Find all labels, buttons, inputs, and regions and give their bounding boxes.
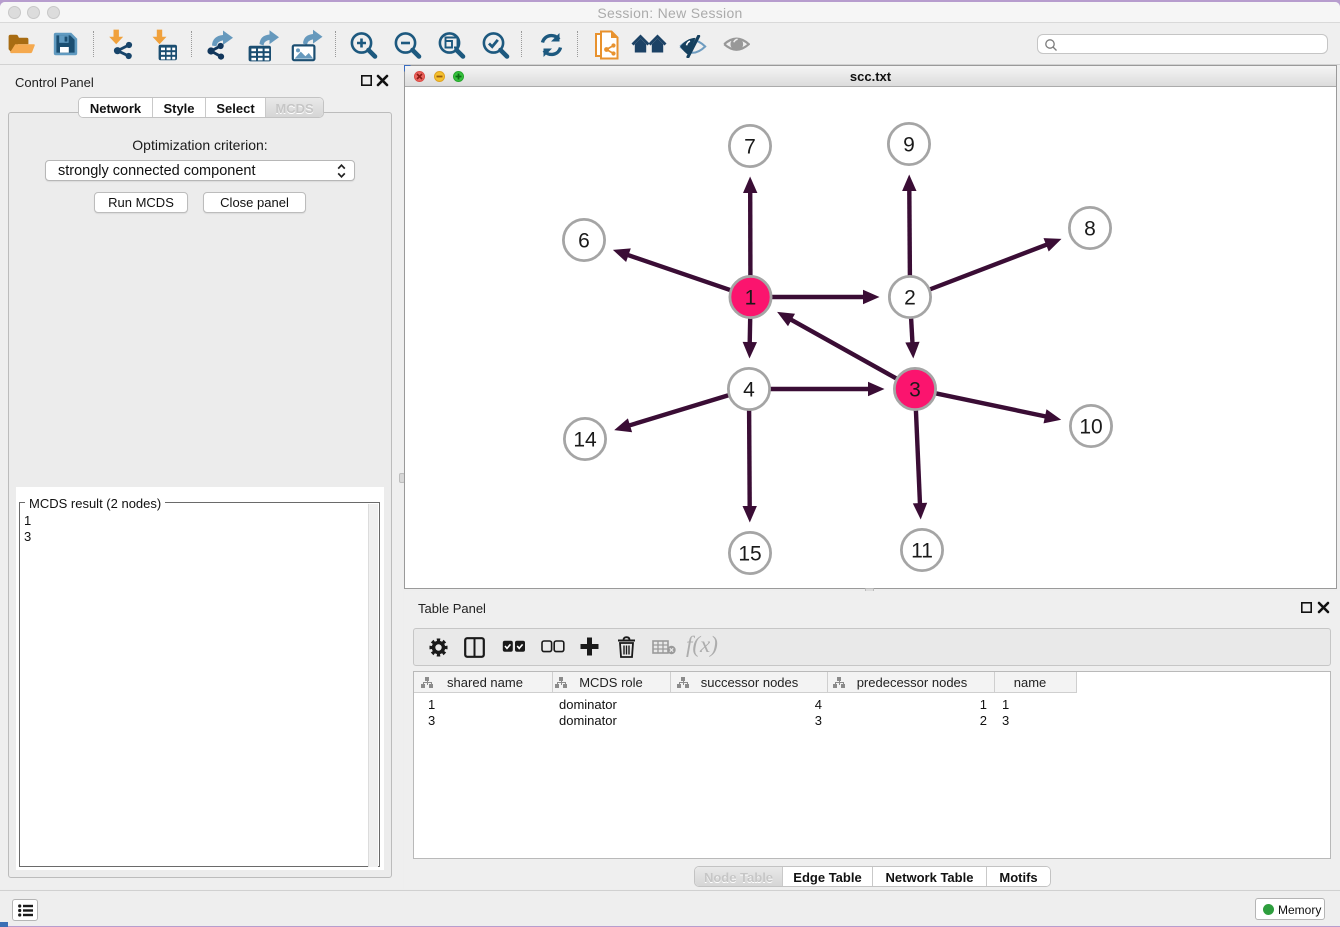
svg-text:9: 9 xyxy=(903,134,915,157)
svg-text:10: 10 xyxy=(1079,416,1102,439)
svg-text:1: 1 xyxy=(745,287,757,310)
svg-text:6: 6 xyxy=(578,230,590,253)
svg-text:3: 3 xyxy=(909,379,921,402)
svg-text:14: 14 xyxy=(573,429,597,452)
svg-text:8: 8 xyxy=(1084,218,1096,241)
svg-text:4: 4 xyxy=(743,379,755,402)
svg-text:11: 11 xyxy=(911,540,933,563)
svg-text:15: 15 xyxy=(738,543,761,566)
svg-text:7: 7 xyxy=(744,136,756,159)
svg-text:2: 2 xyxy=(904,287,916,310)
